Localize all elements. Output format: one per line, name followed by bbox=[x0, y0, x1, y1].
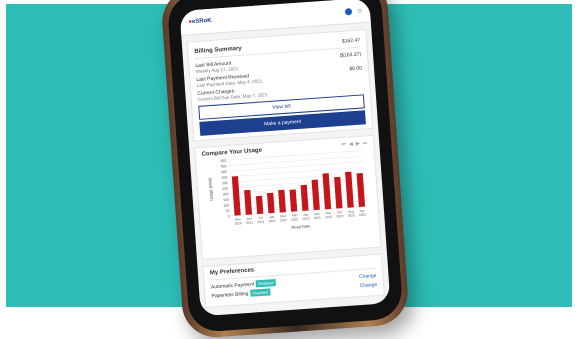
app-logo: ●eSRoK bbox=[188, 17, 212, 26]
billing-title: Billing Summary bbox=[194, 45, 242, 56]
x-tick-label: 2022 bbox=[291, 217, 299, 222]
billing-summary-card: Billing Summary $162.47 Last Bill Amount… bbox=[186, 29, 374, 142]
last-bill-value: ($163.37) bbox=[339, 51, 362, 59]
gridline bbox=[229, 172, 366, 183]
gridline bbox=[231, 200, 368, 211]
paperless-label: Paperless Billing bbox=[211, 290, 249, 300]
last-payment-value: $0.00 bbox=[349, 65, 363, 73]
x-axis-label: Read Date bbox=[291, 223, 311, 229]
usage-bar bbox=[356, 173, 366, 207]
gridline bbox=[231, 194, 367, 205]
x-tick-label: 2021 bbox=[257, 220, 265, 225]
x-tick-label: 2022 bbox=[359, 212, 367, 217]
usage-bar bbox=[289, 189, 298, 212]
y-tick-label: 250 bbox=[222, 187, 228, 191]
y-tick-label: 450 bbox=[221, 164, 227, 168]
phone-bezel: ●eSRoK ≡ Billing Summary $162.47 Last Bi… bbox=[166, 0, 404, 334]
autopay-badge: Disabled bbox=[255, 278, 276, 288]
usage-bar bbox=[267, 192, 275, 214]
usage-bar bbox=[334, 176, 343, 209]
gridline bbox=[230, 189, 367, 200]
y-tick-label: 350 bbox=[221, 175, 227, 179]
usage-bar bbox=[311, 179, 320, 211]
gridline bbox=[230, 183, 367, 194]
menu-icon[interactable]: ≡ bbox=[357, 6, 362, 15]
y-tick-label: 100 bbox=[223, 203, 229, 207]
usage-bar bbox=[300, 184, 309, 211]
change-paperless-link[interactable]: Change bbox=[359, 282, 377, 289]
paperless-badge: Disabled bbox=[250, 288, 271, 297]
gridline bbox=[230, 178, 366, 189]
usage-card: Compare Your Usage ⏮ ◀ ▶ ⏭ 500 450 400 350 3… bbox=[194, 134, 382, 261]
x-tick-label: 2022 bbox=[280, 218, 288, 223]
usage-chart: 500450400350300250200150100500Usage (kWh… bbox=[207, 150, 368, 230]
x-tick-label: 2022 bbox=[348, 213, 356, 218]
usage-bar bbox=[231, 176, 241, 216]
y-axis-label: Usage (kWh) bbox=[207, 177, 214, 201]
y-tick-label: 50 bbox=[226, 209, 230, 213]
x-tick-label: 2022 bbox=[268, 219, 276, 224]
x-tick-label: 2021 bbox=[246, 220, 254, 225]
y-tick-label: 0 bbox=[228, 214, 230, 218]
x-tick-label: 2022 bbox=[336, 214, 344, 219]
gridline bbox=[229, 167, 365, 177]
account-icon[interactable] bbox=[345, 7, 353, 15]
y-tick-label: 300 bbox=[222, 181, 228, 185]
change-autopay-link[interactable]: Change bbox=[359, 273, 377, 280]
billing-total: $162.47 bbox=[341, 37, 361, 45]
x-tick-label: 2022 bbox=[325, 215, 333, 220]
autopay-label: Automatic Payment bbox=[210, 281, 255, 291]
usage-bar bbox=[255, 195, 264, 215]
phone-device: ●eSRoK ≡ Billing Summary $162.47 Last Bi… bbox=[160, 0, 410, 339]
usage-bar bbox=[278, 189, 286, 213]
gridline bbox=[228, 155, 365, 166]
y-tick-label: 200 bbox=[222, 192, 228, 196]
y-tick-label: 400 bbox=[221, 170, 227, 174]
gridline bbox=[228, 161, 365, 172]
x-tick-label: 2020 bbox=[235, 221, 243, 226]
preferences-card: My Preferences Automatic Payment Disabled… bbox=[202, 253, 385, 308]
y-tick-label: 150 bbox=[223, 198, 229, 202]
usage-bar bbox=[244, 189, 253, 215]
x-tick-label: 2022 bbox=[302, 216, 310, 221]
header-icons: ≡ bbox=[345, 6, 362, 16]
x-tick-label: 2021 bbox=[314, 216, 322, 221]
y-tick-label: 500 bbox=[220, 159, 226, 163]
phone-screen: ●eSRoK ≡ Billing Summary $162.47 Last Bi… bbox=[179, 0, 391, 317]
